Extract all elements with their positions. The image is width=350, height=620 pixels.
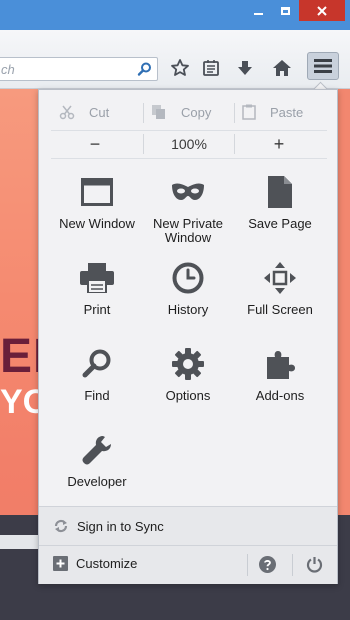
- zoom-separator: [143, 134, 144, 154]
- zoom-controls: − 100% +: [39, 132, 337, 156]
- copy-button[interactable]: Copy: [151, 98, 211, 126]
- app-menu-panel: Cut Copy Paste − 100% + New Window New P…: [38, 89, 338, 584]
- zoom-separator: [234, 134, 235, 154]
- new-private-window-button[interactable]: New Private Window: [142, 174, 234, 258]
- edit-separator: [234, 103, 235, 123]
- find-label: Find: [84, 388, 110, 403]
- scissors-icon: [59, 105, 75, 120]
- new-window-label: New Window: [59, 216, 135, 231]
- downloads-button[interactable]: [234, 57, 256, 79]
- sign-in-sync-button[interactable]: Sign in to Sync: [39, 506, 337, 545]
- add-ons-label: Add-ons: [255, 388, 305, 403]
- wrench-icon: [82, 436, 111, 465]
- power-icon: [306, 557, 323, 573]
- copy-icon: [152, 105, 165, 119]
- sync-icon: [54, 519, 68, 533]
- bookmark-star-button[interactable]: [169, 57, 191, 79]
- open-menu-button[interactable]: [307, 52, 339, 80]
- hamburger-menu-icon: [314, 59, 332, 73]
- clock-icon: [172, 262, 204, 294]
- cut-label: Cut: [89, 104, 110, 120]
- footer-separator: [247, 554, 248, 576]
- panel-footer: Customize: [39, 545, 337, 584]
- search-icon[interactable]: [137, 61, 153, 77]
- edit-divider: [51, 130, 327, 131]
- paste-label: Paste: [270, 104, 304, 120]
- title-bar: [0, 0, 350, 30]
- minimize-button[interactable]: [245, 0, 271, 21]
- maximize-icon: [280, 6, 290, 15]
- find-button[interactable]: Find: [51, 346, 143, 430]
- search-input[interactable]: ch: [0, 57, 158, 81]
- search-input-text: ch: [1, 62, 15, 77]
- home-icon: [273, 60, 291, 76]
- reading-list-icon: [203, 60, 219, 76]
- options-button[interactable]: Options: [142, 346, 234, 430]
- navigation-toolbar: ch: [0, 30, 350, 89]
- puzzle-icon: [267, 351, 295, 379]
- new-private-window-label: New Private Window: [152, 216, 224, 245]
- zoom-divider: [51, 158, 327, 159]
- save-page-label: Save Page: [248, 216, 312, 231]
- zoom-out-button[interactable]: −: [75, 132, 115, 156]
- fullscreen-icon: [264, 262, 296, 294]
- sign-in-sync-label: Sign in to Sync: [77, 518, 164, 534]
- magnifier-icon: [82, 349, 111, 378]
- developer-button[interactable]: Developer: [51, 432, 143, 516]
- print-label: Print: [83, 302, 111, 317]
- quit-button[interactable]: [306, 556, 323, 578]
- customize-label: Customize: [76, 556, 138, 571]
- clipboard-icon: [242, 104, 256, 120]
- download-icon: [238, 61, 252, 75]
- paste-button[interactable]: Paste: [242, 98, 303, 126]
- customize-button[interactable]: Customize: [53, 556, 137, 571]
- edit-separator: [143, 103, 144, 123]
- page-band: [0, 535, 38, 549]
- options-label: Options: [165, 388, 211, 403]
- save-page-button[interactable]: Save Page: [234, 174, 326, 258]
- new-window-button[interactable]: New Window: [51, 174, 143, 258]
- copy-label: Copy: [181, 104, 212, 120]
- zoom-reset-button[interactable]: 100%: [149, 132, 229, 156]
- full-screen-label: Full Screen: [247, 302, 313, 317]
- zoom-in-button[interactable]: +: [259, 132, 299, 156]
- star-icon: [171, 59, 189, 76]
- cut-button[interactable]: Cut: [59, 98, 109, 126]
- history-button[interactable]: History: [142, 260, 234, 344]
- home-button[interactable]: [271, 57, 293, 79]
- close-button[interactable]: [299, 0, 345, 21]
- printer-icon: [80, 263, 114, 293]
- gear-icon: [172, 348, 204, 380]
- close-icon: [317, 5, 327, 16]
- maximize-button[interactable]: [272, 0, 298, 21]
- page-icon: [268, 176, 292, 208]
- developer-label: Developer: [67, 474, 127, 489]
- edit-controls: Cut Copy Paste: [39, 98, 337, 126]
- footer-separator: [292, 554, 293, 576]
- mask-icon: [172, 183, 204, 200]
- add-ons-button[interactable]: Add-ons: [234, 346, 326, 430]
- full-screen-button[interactable]: Full Screen: [234, 260, 326, 344]
- plus-box-icon: [53, 556, 68, 571]
- print-button[interactable]: Print: [51, 260, 143, 344]
- reading-list-button[interactable]: [200, 57, 222, 79]
- history-label: History: [167, 302, 209, 317]
- help-icon: [259, 556, 276, 573]
- window-icon: [81, 178, 113, 206]
- help-button[interactable]: [259, 556, 276, 578]
- minimize-icon: [253, 12, 263, 15]
